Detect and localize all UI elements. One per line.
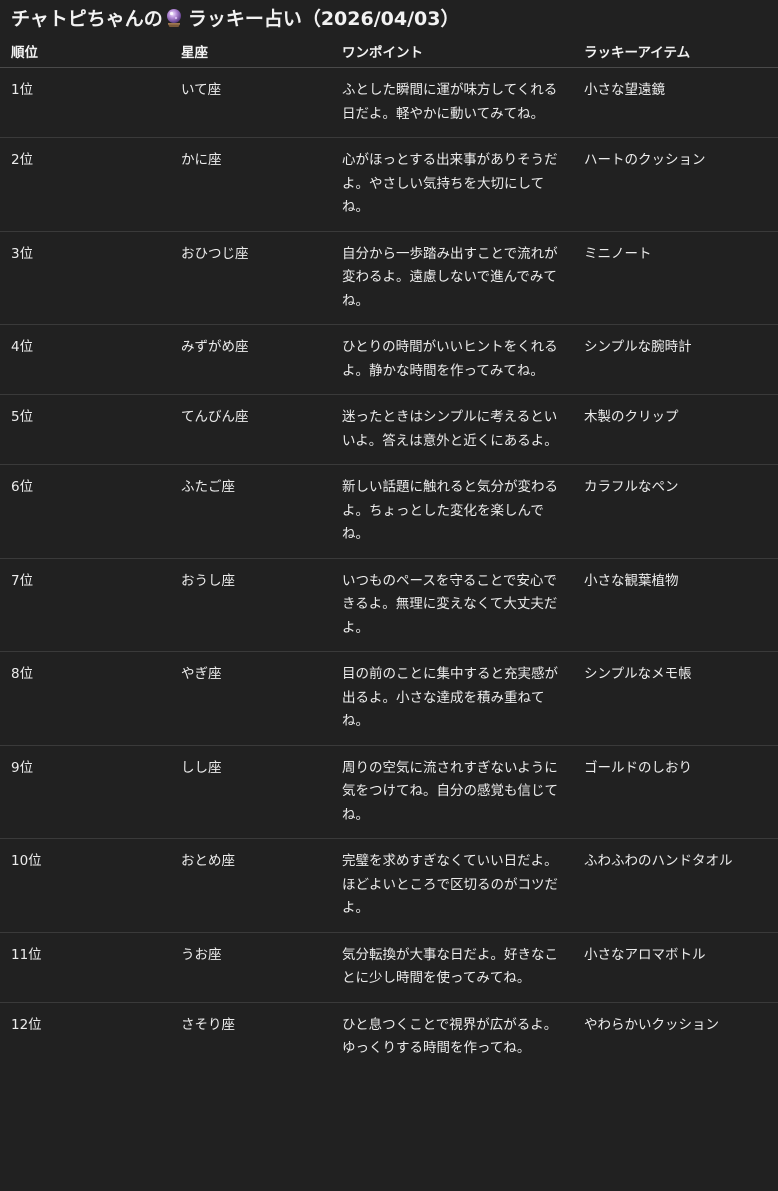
crystal-ball-icon: [165, 8, 183, 28]
table-row: 6位 ふたご座 新しい話題に触れると気分が変わるよ。ちょっとした変化を楽しんでね…: [0, 464, 778, 559]
sign-cell: ふたご座: [170, 464, 331, 559]
tip-cell: いつものペースを守ることで安心できるよ。無理に変えなくて大丈夫だよ。: [331, 558, 573, 652]
header-rank: 順位: [0, 34, 170, 68]
tip-cell: 自分から一歩踏み出すことで流れが変わるよ。遠慮しないで進んでみてね。: [331, 231, 573, 325]
tip-cell: 周りの空気に流されすぎないように気をつけてね。自分の感覚も信じてね。: [331, 745, 573, 839]
rank-cell: 10位: [0, 838, 170, 933]
sign-cell: みずがめ座: [170, 324, 331, 395]
header-sign: 星座: [170, 34, 331, 68]
sign-cell: やぎ座: [170, 651, 331, 746]
page-title: チャトピちゃんの ラッキー占い（2026/04/03）: [0, 0, 778, 34]
tip-cell: 完璧を求めすぎなくていい日だよ。ほどよいところで区切るのがコツだよ。: [331, 838, 573, 933]
tip-cell: ひとりの時間がいいヒントをくれるよ。静かな時間を作ってみてね。: [331, 324, 573, 395]
sign-cell: いて座: [170, 67, 331, 138]
item-cell: 小さな観葉植物: [573, 558, 778, 652]
table-row: 4位 みずがめ座 ひとりの時間がいいヒントをくれるよ。静かな時間を作ってみてね。…: [0, 324, 778, 395]
rank-cell: 12位: [11, 1016, 42, 1033]
item-cell: 木製のクリップ: [573, 394, 778, 465]
item-cell: ミニノート: [573, 231, 778, 325]
rank-cell: 3位: [0, 231, 170, 325]
sign-cell: おとめ座: [170, 838, 331, 933]
header-item: ラッキーアイテム: [573, 34, 778, 68]
item-cell: やわらかいクッション: [584, 1016, 719, 1033]
tip-cell: ひと息つくことで視界が広がるよ。ゆっくりする時間を作ってね。: [342, 1016, 558, 1057]
table-row: 2位 かに座 心がほっとする出来事がありそうだよ。やさしい気持ちを大切にしてね。…: [0, 137, 778, 232]
rank-cell: 8位: [0, 651, 170, 746]
fortune-page: チャトピちゃんの ラッキー占い（2026/04/03） 順位 星座 ワンポイント…: [0, 0, 778, 1191]
tip-cell: 心がほっとする出来事がありそうだよ。やさしい気持ちを大切にしてね。: [331, 137, 573, 232]
tip-cell: ふとした瞬間に運が味方してくれる日だよ。軽やかに動いてみてね。: [331, 67, 573, 138]
table-row: 1位 いて座 ふとした瞬間に運が味方してくれる日だよ。軽やかに動いてみてね。 小…: [0, 67, 778, 138]
rank-cell: 4位: [0, 324, 170, 395]
item-cell: ハートのクッション: [573, 137, 778, 232]
rank-cell: 2位: [0, 137, 170, 232]
tip-cell: 迷ったときはシンプルに考えるといいよ。答えは意外と近くにあるよ。: [331, 394, 573, 465]
table-row: 9位 しし座 周りの空気に流されすぎないように気をつけてね。自分の感覚も信じてね…: [0, 745, 778, 839]
tip-cell: 気分転換が大事な日だよ。好きなことに少し時間を使ってみてね。: [331, 932, 573, 1003]
sign-cell: うお座: [170, 932, 331, 1003]
header-tip: ワンポイント: [331, 34, 573, 68]
rank-cell: 5位: [0, 394, 170, 465]
page-title-suffix: ラッキー占い（2026/04/03）: [187, 7, 460, 30]
tip-cell: 新しい話題に触れると気分が変わるよ。ちょっとした変化を楽しんでね。: [331, 464, 573, 559]
table-row: 3位 おひつじ座 自分から一歩踏み出すことで流れが変わるよ。遠慮しないで進んでみ…: [0, 231, 778, 325]
rank-cell: 11位: [0, 932, 170, 1003]
item-cell: シンプルな腕時計: [573, 324, 778, 395]
item-cell: カラフルなペン: [573, 464, 778, 559]
item-cell: 小さな望遠鏡: [573, 67, 778, 138]
table-header-row: 順位 星座 ワンポイント ラッキーアイテム: [0, 34, 778, 68]
table-row: 8位 やぎ座 目の前のことに集中すると充実感が出るよ。小さな達成を積み重ねてね。…: [0, 651, 778, 746]
item-cell: ゴールドのしおり: [573, 745, 778, 839]
tip-cell: 目の前のことに集中すると充実感が出るよ。小さな達成を積み重ねてね。: [331, 651, 573, 746]
item-cell: ふわふわのハンドタオル: [573, 838, 778, 933]
item-cell: 小さなアロマボトル: [573, 932, 778, 1003]
rank-cell: 6位: [0, 464, 170, 559]
sign-cell: かに座: [170, 137, 331, 232]
page-title-prefix: チャトピちゃんの: [11, 7, 163, 30]
rank-cell: 7位: [0, 558, 170, 652]
table-row: 7位 おうし座 いつものペースを守ることで安心できるよ。無理に変えなくて大丈夫だ…: [0, 558, 778, 652]
item-cell: シンプルなメモ帳: [573, 651, 778, 746]
table-row: 11位 うお座 気分転換が大事な日だよ。好きなことに少し時間を使ってみてね。 小…: [0, 932, 778, 1003]
table-row: 10位 おとめ座 完璧を求めすぎなくていい日だよ。ほどよいところで区切るのがコツ…: [0, 838, 778, 933]
sign-cell: おひつじ座: [170, 231, 331, 325]
sign-cell: しし座: [170, 745, 331, 839]
rank-cell: 9位: [0, 745, 170, 839]
rank-cell: 1位: [0, 67, 170, 138]
sign-cell: さそり座: [181, 1016, 235, 1033]
fortune-table: 順位 星座 ワンポイント ラッキーアイテム 1位 いて座 ふとした瞬間に運が味方…: [0, 34, 778, 1072]
table-row: 12位 さそり座 ひと息つくことで視界が広がるよ。ゆっくりする時間を作ってね。 …: [0, 1002, 778, 1072]
table-row: 5位 てんびん座 迷ったときはシンプルに考えるといいよ。答えは意外と近くにあるよ…: [0, 394, 778, 465]
sign-cell: てんびん座: [170, 394, 331, 465]
sign-cell: おうし座: [170, 558, 331, 652]
